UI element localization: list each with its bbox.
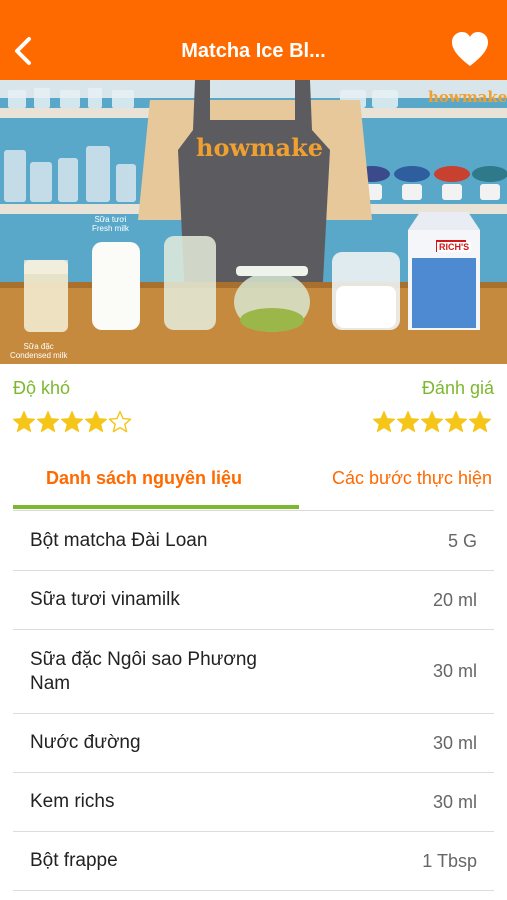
active-tab-indicator	[13, 505, 299, 509]
star-filled-icon	[36, 411, 60, 433]
ingredient-qty: 30 ml	[432, 732, 477, 753]
watermark-logo: howmake	[428, 88, 507, 106]
apron-logo: howmake	[196, 133, 323, 162]
ingredient-qty: 5 G	[447, 530, 477, 551]
list-item[interactable]: Bột matcha Đài Loan 5 G	[13, 512, 494, 571]
ingredient-name: Sữa đặc Ngôi sao Phương Nam	[30, 648, 257, 694]
rating-label: Đánh giá	[421, 378, 494, 398]
chevron-left-icon	[15, 37, 31, 65]
hero-illustration	[0, 80, 507, 364]
ingredient-name: Kem richs	[30, 791, 115, 812]
ingredient-name: Bột frappe	[30, 850, 118, 871]
page-title: Matcha Ice Bl...	[181, 40, 326, 62]
list-item[interactable]: Sữa tươi vinamilk 20 ml	[13, 571, 494, 630]
star-filled-icon	[372, 411, 396, 433]
back-button[interactable]	[6, 30, 42, 74]
ingredient-qty: 1 Tbsp	[422, 850, 477, 871]
star-filled-icon	[444, 411, 468, 433]
ingredient-list: Bột matcha Đài Loan 5 G Sữa tươi vinamil…	[13, 512, 494, 891]
star-empty-icon	[108, 410, 132, 433]
star-filled-icon	[420, 411, 444, 433]
star-filled-icon	[12, 411, 36, 433]
ingredient-name: Sữa tươi vinamilk	[30, 589, 180, 610]
star-filled-icon	[60, 411, 84, 433]
fresh-milk-caption: Sữa tươi Fresh milk	[92, 215, 129, 233]
star-filled-icon	[468, 411, 492, 433]
tab-steps[interactable]: Các bước thực hiện	[332, 468, 492, 489]
rating-stars	[372, 410, 492, 434]
condensed-milk-caption: Sữa đặc Condensed milk	[10, 342, 68, 360]
ingredient-qty: 20 ml	[432, 589, 477, 610]
difficulty-label: Độ khó	[13, 378, 71, 398]
ingredient-qty: 30 ml	[432, 661, 477, 681]
ingredient-qty: 30 ml	[432, 791, 477, 812]
list-item[interactable]: Kem richs 30 ml	[13, 773, 494, 832]
recipe-hero-image: howmake howmake Sữa tươi Fresh milk Sữa …	[0, 80, 507, 364]
favorite-button[interactable]	[451, 32, 491, 72]
app-header: Matcha Ice Bl...	[0, 0, 507, 80]
difficulty-stars	[12, 410, 132, 434]
list-item[interactable]: Nước đường 30 ml	[13, 714, 494, 773]
heart-icon	[452, 32, 488, 66]
star-filled-icon	[84, 411, 108, 433]
tab-divider	[13, 510, 494, 511]
ingredient-name: Nước đường	[30, 732, 141, 753]
tab-bar: Danh sách nguyên liệu Các bước thực hiện	[0, 458, 507, 512]
tab-ingredients[interactable]: Danh sách nguyên liệu	[46, 468, 242, 489]
star-filled-icon	[396, 411, 420, 433]
list-item[interactable]: Sữa đặc Ngôi sao Phương Nam 30 ml	[13, 630, 494, 714]
list-item[interactable]: Bột frappe 1 Tbsp	[13, 832, 494, 891]
ingredient-name: Bột matcha Đài Loan	[30, 530, 208, 551]
carton-brand: RICH'S	[437, 242, 472, 252]
